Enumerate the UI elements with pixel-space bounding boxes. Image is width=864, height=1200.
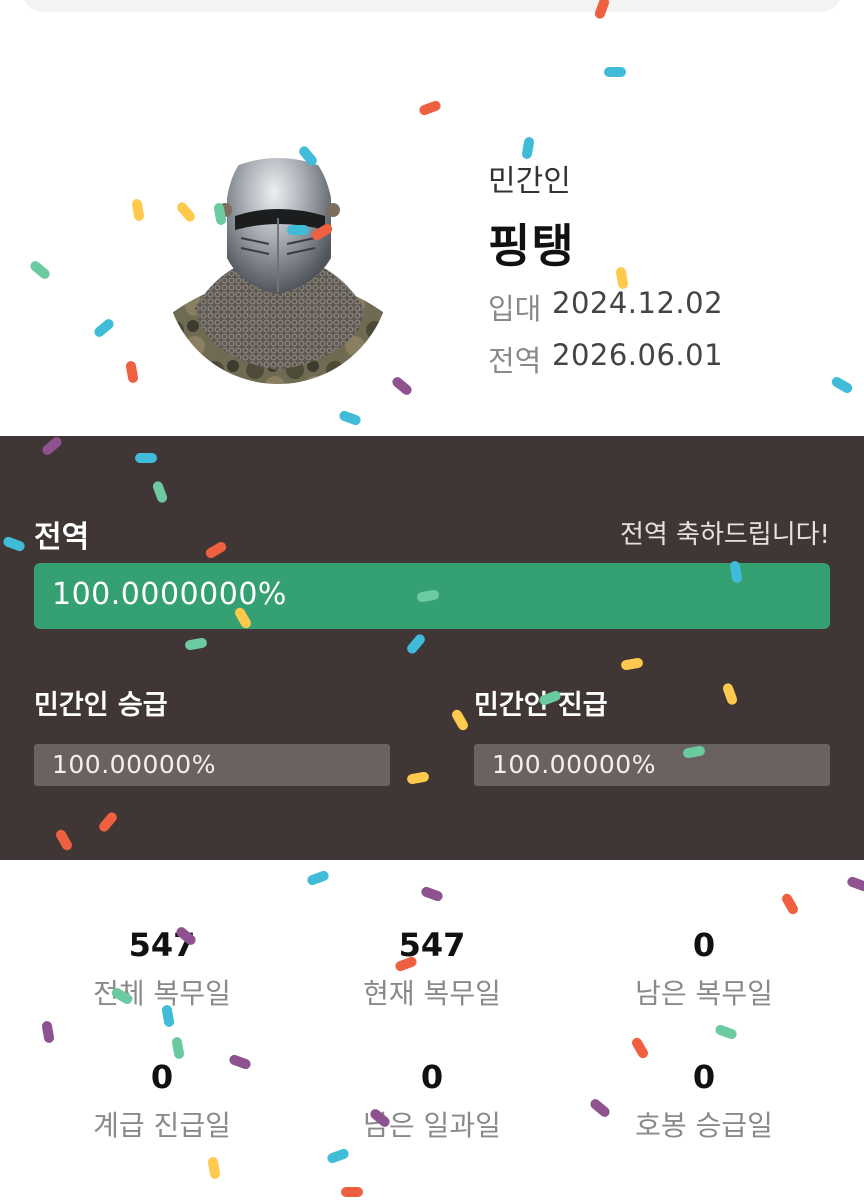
profile-info: 민간인 핑탱 입대 2024.12.02 전역 2026.06.01 (488, 156, 723, 380)
knight-helmet-avatar[interactable] (165, 158, 391, 384)
rank-label: 민간인 (488, 164, 571, 199)
discharge-row: 전역 2026.06.01 (488, 338, 723, 380)
civilian-promotion-bar: 100.00000% (34, 744, 390, 786)
civilian-promotion-block: 민간인 승급 100.00000% (34, 683, 390, 786)
stat-current-service-days: 547 현재 복무일 (302, 926, 562, 1012)
discharge-label: 전역 (488, 344, 542, 378)
stat-value: 0 (150, 1058, 174, 1096)
stat-rank-promotion-days: 0 계급 진급일 (32, 1058, 292, 1144)
stat-remaining-workdays: 0 남은 일과일 (302, 1058, 562, 1144)
discharge-progress-bar: 100.0000000% (34, 563, 830, 629)
stat-value: 0 (692, 926, 716, 964)
civilian-advancement-block: 민간인 진급 100.00000% (474, 683, 830, 786)
discharge-progress-value: 100.0000000% (52, 577, 287, 612)
civilian-advancement-title: 민간인 진급 (474, 690, 608, 721)
civilian-advancement-value: 100.00000% (492, 750, 656, 779)
congrats-message: 전역 축하드립니다! (619, 520, 830, 550)
profile-section: 민간인 핑탱 입대 2024.12.02 전역 2026.06.01 (0, 0, 864, 436)
civilian-advancement-bar: 100.00000% (474, 744, 830, 786)
civilian-promotion-value: 100.00000% (52, 750, 216, 779)
service-stats: 547 전체 복무일 547 현재 복무일 0 남은 복무일 0 계급 진급일 … (0, 860, 864, 1200)
stat-label: 남은 복무일 (635, 977, 773, 1010)
user-name: 핑탱 (488, 219, 575, 273)
stat-label: 남은 일과일 (363, 1109, 501, 1142)
enlist-row: 입대 2024.12.02 (488, 286, 723, 328)
enlist-date: 2024.12.02 (552, 286, 724, 320)
stat-value: 547 (398, 926, 466, 964)
enlist-label: 입대 (488, 292, 542, 326)
stat-value: 0 (420, 1058, 444, 1096)
progress-panel: 전역 전역 축하드립니다! 100.0000000% 민간인 승급 100.00… (0, 436, 864, 860)
stat-label: 호봉 승급일 (635, 1109, 773, 1142)
discharge-date: 2026.06.01 (552, 338, 724, 372)
stat-value: 547 (128, 926, 196, 964)
stat-label: 현재 복무일 (363, 977, 501, 1010)
discharge-progress-title: 전역 (34, 520, 90, 555)
civilian-promotion-title: 민간인 승급 (34, 690, 168, 721)
stat-pay-grade-promotion-days: 0 호봉 승급일 (574, 1058, 834, 1144)
stat-label: 계급 진급일 (93, 1109, 231, 1142)
stat-remaining-service-days: 0 남은 복무일 (574, 926, 834, 1012)
stat-value: 0 (692, 1058, 716, 1096)
stat-label: 전체 복무일 (93, 977, 231, 1010)
stat-total-service-days: 547 전체 복무일 (32, 926, 292, 1012)
